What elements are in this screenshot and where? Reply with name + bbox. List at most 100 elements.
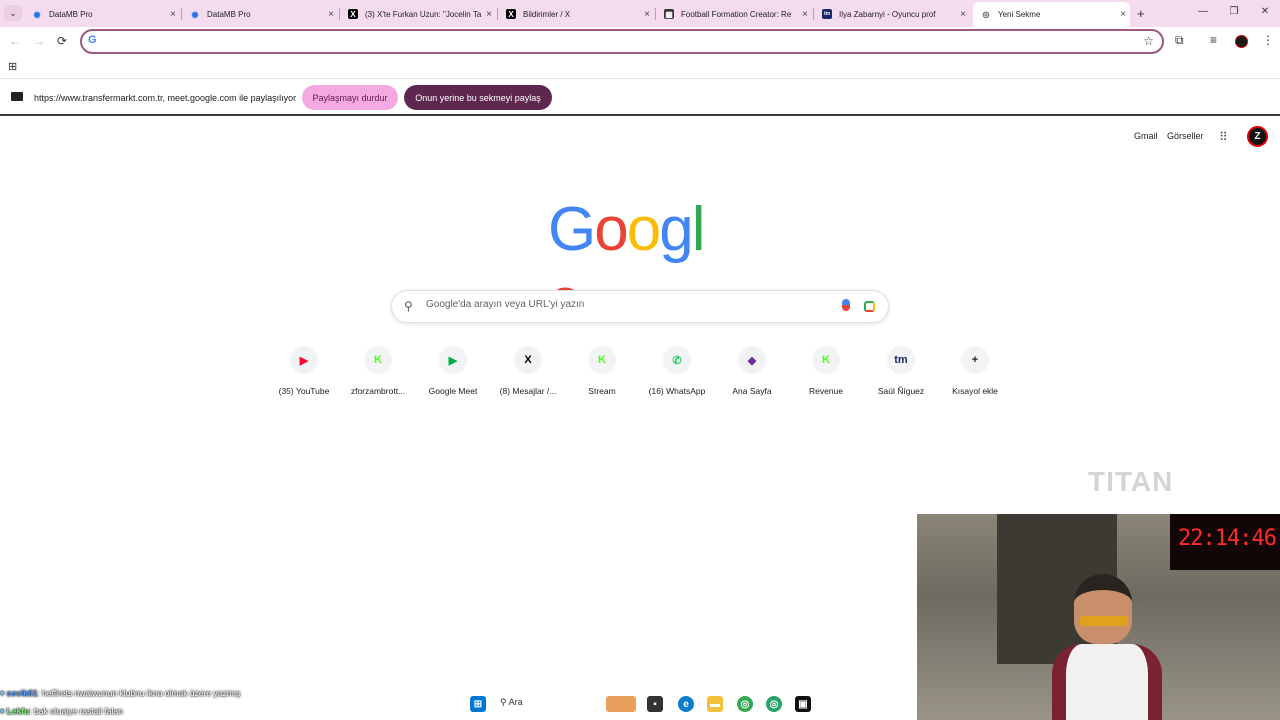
tab-bildirimler[interactable]: X Bildirimler / X × [498, 3, 654, 25]
chrome-icon: ◎ [982, 10, 990, 19]
widget-icon[interactable] [606, 696, 636, 712]
webcam-overlay: 22:14:46 [917, 514, 1280, 720]
media-control-icon[interactable]: ≡ [1210, 33, 1217, 47]
extensions-icon[interactable]: ⧉ [1175, 33, 1184, 48]
address-bar[interactable]: G ☆ [80, 29, 1164, 54]
chrome-profile-icon[interactable]: ◎ [766, 696, 782, 712]
edge-icon[interactable]: e [678, 696, 694, 712]
shortcut-label: Google Meet [428, 386, 478, 396]
tab-yeni-sekme[interactable]: ◎ Yeni Sekme × [973, 2, 1130, 27]
close-icon[interactable]: × [1116, 9, 1130, 20]
share-status-text: https://www.transfermarkt.com.tr, meet.g… [34, 93, 297, 103]
chat-message: ▾ Lekfu: bak oluaiye rastali falan [0, 706, 123, 717]
file-explorer-icon[interactable]: ▬ [707, 696, 723, 712]
tab-title: Bildirimler / X [523, 9, 571, 19]
chat-arrow-icon: ▾ [0, 688, 5, 698]
images-link[interactable]: Görseller [1167, 131, 1204, 141]
x-icon: X [514, 346, 542, 374]
windows-start-icon[interactable]: ⊞ [470, 696, 486, 712]
tab-search-button[interactable]: ⌄ [4, 5, 22, 21]
screen-share-bar: https://www.transfermarkt.com.tr, meet.g… [0, 80, 1280, 116]
app-icon[interactable]: ▣ [795, 696, 811, 712]
search-input[interactable] [426, 299, 806, 310]
tab-title: DataMB Pro [207, 9, 251, 19]
back-button[interactable]: ← [9, 34, 21, 48]
shortcut-glyph: ▶ [299, 354, 309, 367]
shortcut-tile[interactable]: ▶ (35) YouTube [264, 346, 344, 396]
chat-text: : heffirets nwaiwunun klubnu ikna olmak … [37, 688, 241, 698]
shortcut-label: Ana Sayfa [732, 386, 772, 396]
pitch-icon: ▦ [664, 9, 674, 19]
shortcut-glyph: + [971, 354, 979, 366]
google-apps-icon[interactable]: ⠿ [1219, 130, 1228, 144]
kick-icon: K [364, 346, 392, 374]
apps-icon[interactable]: ⊞ [8, 60, 17, 73]
shortcut-glyph: K [598, 354, 606, 366]
voice-search-icon[interactable] [842, 299, 850, 311]
shortcut-tile[interactable]: K Revenue [786, 346, 866, 396]
transfermarkt-icon: tm [887, 346, 915, 374]
taskbar-search[interactable]: ⚲ Ara [500, 697, 523, 708]
browser-toolbar: ← → ⟳ G ☆ ⧉ ≡ ⋮ [0, 27, 1280, 57]
new-tab-button[interactable]: + [1137, 6, 1145, 21]
task-view-icon[interactable]: ▪ [647, 696, 663, 712]
search-icon: ⚲ [404, 299, 413, 313]
chrome-icon[interactable]: ◎ [737, 696, 753, 712]
shortcut-tile[interactable]: tm Saúl Ñíguez [861, 346, 941, 396]
whatsapp-icon: ✆ [663, 346, 691, 374]
shortcut-tile[interactable]: Kzforzambrott... [338, 346, 418, 396]
close-icon[interactable]: × [166, 9, 180, 20]
tab-title: Football Formation Creator: Re [681, 9, 792, 19]
home-icon: ◆ [738, 346, 766, 374]
minimize-button[interactable]: — [1196, 6, 1210, 17]
close-icon[interactable]: × [640, 9, 654, 20]
shortcut-tile[interactable]: ◆ Ana Sayfa [712, 346, 792, 396]
globe-icon: ◉ [191, 9, 199, 19]
shortcut-label: (35) YouTube [278, 386, 330, 396]
account-avatar[interactable]: Z [1247, 126, 1268, 147]
tab-x-furkan[interactable]: X (3) X'te Furkan Uzun: "Jocelin Ta × [340, 3, 496, 25]
bookmark-star-icon[interactable]: ☆ [1143, 34, 1154, 48]
bookmarks-bar: ⊞ [0, 57, 1280, 79]
shortcut-tile[interactable]: X (8) Mesajlar /... [488, 346, 568, 396]
clock-time: 22:14:46 [1178, 526, 1277, 551]
shortcut-tile[interactable]: ▶ Google Meet [413, 346, 493, 396]
tab-datamb-2[interactable]: ◉ DataMB Pro × [182, 3, 338, 25]
logo-letter: o [626, 195, 662, 264]
google-lens-icon[interactable] [864, 301, 875, 312]
shortcut-tile[interactable]: ✆ (16) WhatsApp [637, 346, 717, 396]
shortcut-label: zforzambrott... [350, 386, 406, 396]
tab-football-formation[interactable]: ▦ Football Formation Creator: Re × [656, 3, 812, 25]
globe-icon: ◉ [33, 9, 41, 19]
tab-strip: ⌄ ◉ DataMB Pro × ◉ DataMB Pro × X (3) X'… [0, 0, 1280, 27]
tab-title: (3) X'te Furkan Uzun: "Jocelin Ta [365, 9, 482, 19]
shortcut-tile[interactable]: + Kısayol ekle [935, 346, 1015, 396]
youtube-icon: ▶ [290, 346, 318, 374]
close-icon[interactable]: × [956, 9, 970, 20]
menu-icon[interactable]: ⋮ [1262, 33, 1274, 47]
titan-watermark: TITAN [1088, 466, 1174, 497]
share-this-tab-button[interactable]: Onun yerine bu sekmeyi paylaş [404, 85, 552, 110]
close-icon[interactable]: × [482, 9, 496, 20]
stop-sharing-button[interactable]: Paylaşmayı durdur [302, 85, 398, 110]
google-logo: Google [548, 194, 732, 335]
digital-clock: 22:14:46 [1170, 514, 1280, 570]
close-icon[interactable]: × [324, 9, 338, 20]
close-icon[interactable]: × [798, 9, 812, 20]
window-close-button[interactable]: ✕ [1258, 6, 1272, 17]
tab-ilya-zabarnyi[interactable]: tm Ilya Zabarnyi - Oyuncu prof × [814, 3, 970, 25]
reload-button[interactable]: ⟳ [57, 34, 67, 48]
search-box[interactable]: ⚲ [391, 290, 889, 323]
shortcut-tile[interactable]: K Stream [562, 346, 642, 396]
x-icon: X [506, 9, 516, 19]
google-icon: G [88, 34, 97, 46]
chat-message: ▾ cevik61: heffirets nwaiwunun klubnu ik… [0, 688, 240, 699]
tab-datamb-1[interactable]: ◉ DataMB Pro × [24, 3, 180, 25]
restore-button[interactable]: ❐ [1227, 6, 1241, 17]
meet-icon: ▶ [439, 346, 467, 374]
transfermarkt-icon: tm [822, 9, 832, 19]
profile-avatar[interactable] [1235, 35, 1248, 48]
gmail-link[interactable]: Gmail [1134, 131, 1158, 141]
forward-button[interactable]: → [33, 34, 45, 48]
streamer [1052, 574, 1162, 720]
